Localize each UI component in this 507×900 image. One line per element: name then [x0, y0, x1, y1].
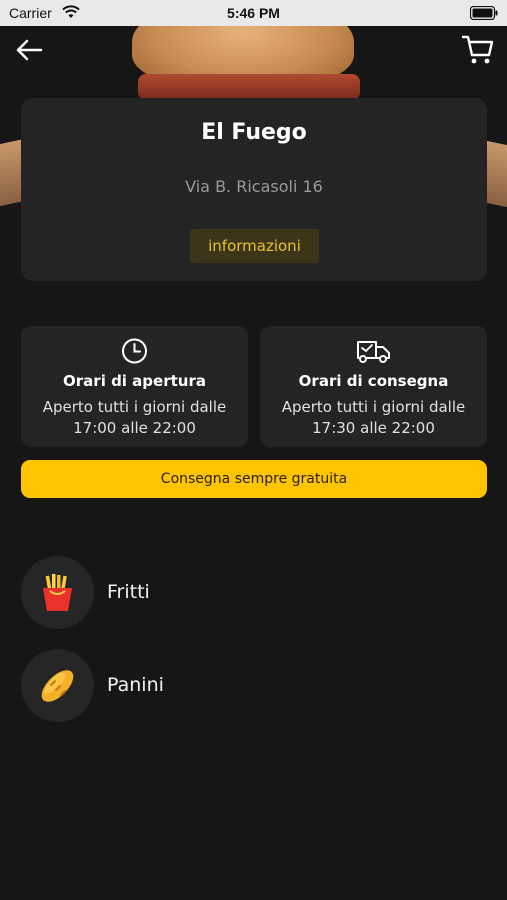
delivery-hours-title: Orari di consegna [298, 372, 449, 390]
restaurant-address: Via B. Ricasoli 16 [185, 177, 323, 196]
info-button[interactable]: informazioni [190, 229, 319, 263]
clock-icon [122, 338, 147, 364]
opening-hours-card: Orari di apertura Aperto tutti i giorni … [21, 326, 248, 447]
burger-bun-left [0, 139, 22, 208]
category-icon-circle [21, 649, 94, 722]
bread-icon [41, 670, 74, 702]
category-label: Fritti [107, 581, 150, 603]
status-bar: Carrier 5:46 PM [0, 0, 507, 26]
category-icon-circle [21, 556, 94, 629]
free-delivery-banner: Consegna sempre gratuita [21, 460, 487, 498]
fries-icon [43, 574, 72, 611]
burger-bun-right [485, 140, 507, 208]
arrow-left-icon[interactable] [14, 36, 44, 64]
delivery-hours-card: Orari di consegna Aperto tutti i giorni … [260, 326, 487, 447]
status-time: 5:46 PM [227, 5, 280, 21]
opening-hours-description: Aperto tutti i giorni dalle 17:00 alle 2… [42, 398, 227, 437]
category-item-fritti[interactable]: Fritti [21, 556, 481, 630]
category-item-panini[interactable]: Panini [21, 649, 481, 723]
restaurant-name: El Fuego [201, 120, 307, 145]
opening-hours-title: Orari di apertura [63, 372, 206, 390]
category-label: Panini [107, 674, 164, 696]
battery-icon [470, 6, 498, 20]
cart-icon[interactable] [461, 32, 495, 66]
delivery-truck-icon [357, 341, 390, 363]
delivery-hours-description: Aperto tutti i giorni dalle 17:30 alle 2… [281, 398, 466, 437]
burger-patty [138, 74, 360, 100]
restaurant-info-card: El Fuego Via B. Ricasoli 16 informazioni [21, 98, 487, 281]
